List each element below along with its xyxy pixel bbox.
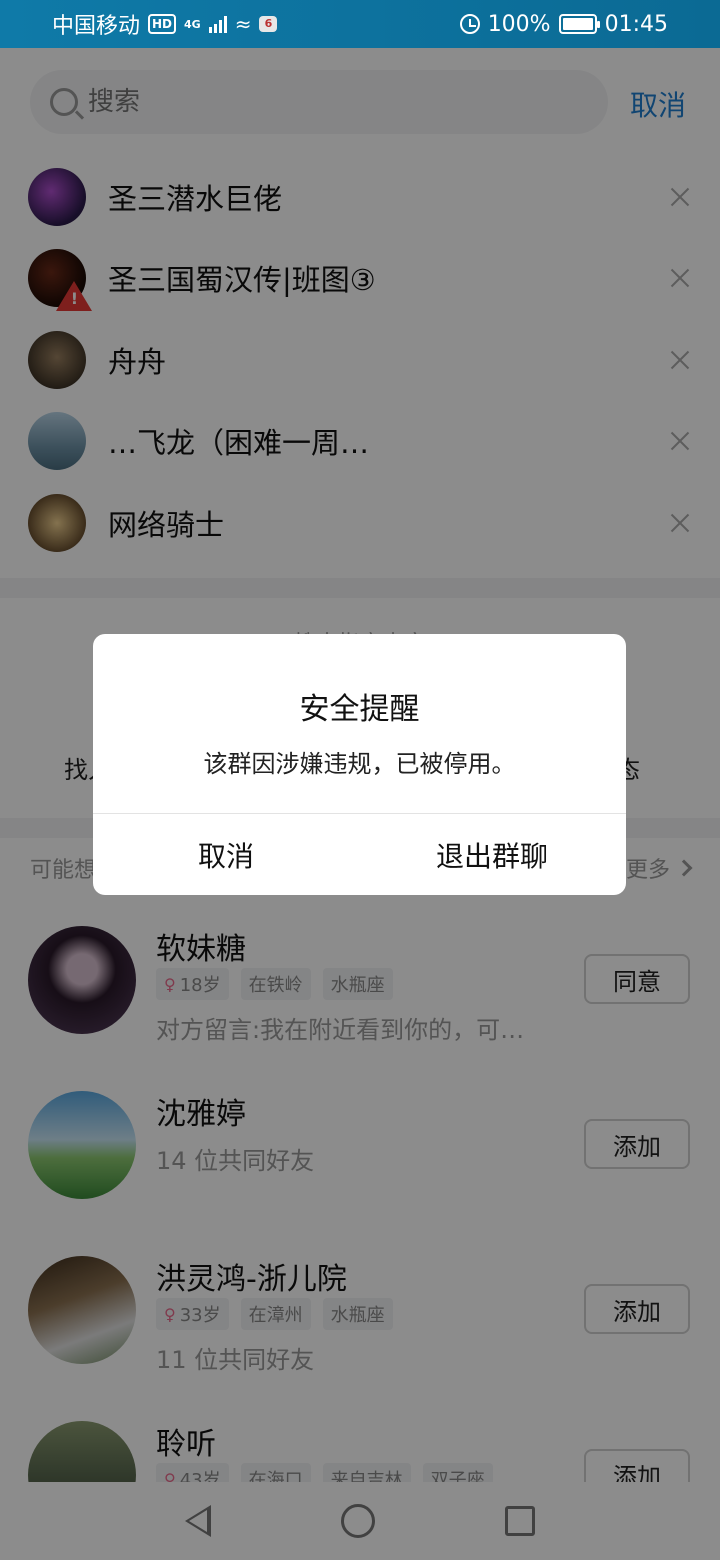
signal-icon <box>208 15 227 33</box>
notification-badge: 6 <box>259 16 278 32</box>
security-alert-dialog: 安全提醒 该群因涉嫌违规，已被停用。 取消 退出群聊 <box>93 634 626 895</box>
dialog-title: 安全提醒 <box>299 692 420 727</box>
battery-percent: 100% <box>487 11 551 37</box>
dialog-cancel-button[interactable]: 取消 <box>93 814 359 895</box>
screen: 中国移动 HD 4G ≈ 6 100% 01:45 取消 圣三潜水巨佬 <box>0 0 720 1560</box>
carrier-label: 中国移动 <box>52 14 141 39</box>
status-bar: 中国移动 HD 4G ≈ 6 100% 01:45 <box>0 0 720 48</box>
wifi-icon: ≈ <box>234 12 252 36</box>
alarm-icon <box>459 14 480 34</box>
exit-group-button[interactable]: 退出群聊 <box>359 814 625 895</box>
modal-overlay-nav <box>0 1482 720 1560</box>
dialog-message: 该群因涉嫌违规，已被停用。 <box>203 750 516 778</box>
battery-icon <box>558 14 600 34</box>
clock: 01:45 <box>604 11 668 37</box>
network-label: 4G <box>184 17 201 31</box>
hd-badge: HD <box>148 14 177 34</box>
